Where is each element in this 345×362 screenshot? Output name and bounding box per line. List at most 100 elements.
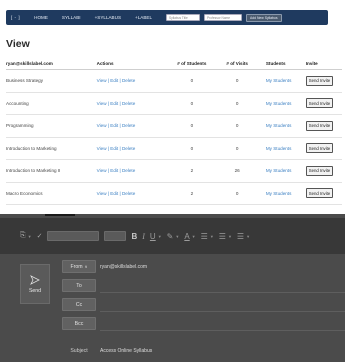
chevron-down-icon: ∨	[84, 264, 88, 269]
separator: |	[119, 78, 121, 84]
italic-icon[interactable]: I	[142, 232, 145, 241]
separator: |	[119, 168, 121, 174]
chevron-down-icon[interactable]: ▼	[28, 234, 32, 239]
subject-row: Subject	[62, 342, 96, 359]
edit-link[interactable]: Edit	[110, 168, 118, 173]
course-name: Accounting	[6, 100, 29, 106]
course-name: Introduction to Marketing II	[6, 168, 61, 174]
nav-add-label-link[interactable]: +LABEL	[135, 15, 152, 20]
bcc-button[interactable]: Bcc	[62, 317, 96, 330]
bullet-list-icon[interactable]: ☰	[201, 232, 208, 241]
my-students-link[interactable]: My Students	[260, 168, 306, 173]
visits-count: 26	[234, 168, 240, 174]
to-row: To	[62, 277, 96, 294]
visits-count: 0	[235, 78, 239, 84]
visits-count: 0	[235, 190, 239, 196]
cc-field[interactable]	[100, 297, 345, 312]
course-name: Programming	[6, 123, 34, 129]
send-area: Send	[18, 264, 52, 362]
chevron-down-icon[interactable]: ▼	[158, 234, 162, 239]
header-students-count: # of Students	[177, 60, 207, 66]
edit-link[interactable]: Edit	[110, 146, 118, 151]
send-invite-button[interactable]: Send Invite	[305, 98, 334, 109]
highlight-icon[interactable]: ✎	[167, 232, 174, 241]
chevron-down-icon[interactable]: ▼	[210, 234, 214, 239]
cc-button[interactable]: Cc	[62, 298, 96, 311]
send-button[interactable]: Send	[20, 264, 50, 304]
align-icon[interactable]: ☰	[237, 232, 244, 241]
compose-fields: Send From ∨ ryan@skillslabel.com To Cc B…	[0, 254, 345, 362]
separator: |	[107, 123, 110, 129]
edit-link[interactable]: Edit	[110, 101, 118, 106]
format-painter-icon[interactable]: ✓	[37, 232, 43, 240]
view-link[interactable]: View	[97, 146, 107, 151]
delete-link[interactable]: Delete	[122, 101, 135, 106]
subject-field[interactable]: Access Online Syllabus	[100, 343, 345, 358]
edit-link[interactable]: Edit	[110, 191, 118, 196]
send-label: Send	[28, 287, 42, 294]
chevron-down-icon[interactable]: ▼	[175, 234, 179, 239]
my-students-link[interactable]: My Students	[260, 123, 306, 128]
bold-icon[interactable]: B	[131, 232, 137, 241]
chevron-down-icon[interactable]: ▼	[192, 234, 196, 239]
course-name: Business Strategy	[6, 78, 44, 84]
send-invite-button[interactable]: Send Invite	[305, 75, 334, 86]
separator: |	[119, 190, 121, 196]
underline-icon[interactable]: U	[150, 232, 156, 241]
students-count: 2	[190, 168, 194, 174]
view-link[interactable]: View	[97, 168, 107, 173]
students-count: 2	[190, 190, 194, 196]
header-actions: Actions	[96, 60, 114, 66]
edit-link[interactable]: Edit	[110, 123, 118, 128]
from-row: From ∨	[62, 258, 96, 275]
professor-name-input[interactable]: Professor Name	[204, 14, 242, 21]
header-visits: # of Visits	[226, 60, 248, 66]
nav-add-syllabus-link[interactable]: +SYLLABUS	[95, 15, 121, 20]
add-new-syllabus-button[interactable]: Add New Syllabus	[246, 13, 282, 22]
invite-cell: Send Invite	[305, 165, 342, 176]
bcc-field[interactable]	[100, 316, 345, 331]
view-link[interactable]: View	[97, 123, 107, 128]
to-button[interactable]: To	[62, 279, 96, 292]
header-account: ryan@skillslabel.com	[6, 60, 53, 66]
send-invite-button[interactable]: Send Invite	[305, 120, 334, 131]
visits-count: 0	[235, 145, 239, 151]
delete-link[interactable]: Delete	[122, 146, 135, 151]
invite-cell: Send Invite	[305, 75, 342, 86]
syllabus-title-input[interactable]: Syllabus Title	[166, 14, 200, 21]
row-actions: View | Edit | Delete	[97, 78, 170, 83]
row-actions: View | Edit | Delete	[97, 191, 170, 196]
delete-link[interactable]: Delete	[122, 123, 135, 128]
from-label: From	[70, 263, 83, 270]
table-row: Macro Economics View | Edit | Delete 2 0 My …	[6, 183, 342, 205]
my-students-link[interactable]: My Students	[260, 146, 306, 151]
delete-link[interactable]: Delete	[122, 191, 135, 196]
from-button[interactable]: From ∨	[62, 260, 96, 273]
numbered-list-icon[interactable]: ☰	[219, 232, 226, 241]
separator: |	[119, 100, 121, 106]
send-invite-button[interactable]: Send Invite	[305, 143, 334, 154]
my-students-link[interactable]: My Students	[260, 78, 306, 83]
invite-cell: Send Invite	[305, 120, 342, 131]
to-field[interactable]	[100, 278, 345, 293]
chevron-down-icon[interactable]: ▼	[228, 234, 232, 239]
delete-link[interactable]: Delete	[122, 168, 135, 173]
view-link[interactable]: View	[97, 78, 107, 83]
nav-home-link[interactable]: HOME	[34, 15, 48, 20]
font-family-dropdown[interactable]	[47, 231, 100, 241]
font-color-icon[interactable]: A	[184, 232, 189, 241]
brand-logo[interactable]: [ - ]	[11, 15, 20, 20]
send-invite-button[interactable]: Send Invite	[305, 165, 334, 176]
chevron-down-icon[interactable]: ▼	[246, 234, 250, 239]
paste-icon[interactable]: ⎘	[20, 232, 26, 240]
send-invite-button[interactable]: Send Invite	[305, 188, 334, 199]
nav-syllabi-link[interactable]: SYLLABI	[62, 15, 81, 20]
font-size-dropdown[interactable]	[104, 231, 127, 241]
edit-link[interactable]: Edit	[110, 78, 118, 83]
my-students-link[interactable]: My Students	[260, 101, 306, 106]
my-students-link[interactable]: My Students	[260, 191, 306, 196]
table-header: ryan@skillslabel.com Actions # of Studen…	[6, 57, 342, 70]
delete-link[interactable]: Delete	[122, 78, 135, 83]
view-link[interactable]: View	[97, 191, 107, 196]
view-link[interactable]: View	[97, 101, 107, 106]
